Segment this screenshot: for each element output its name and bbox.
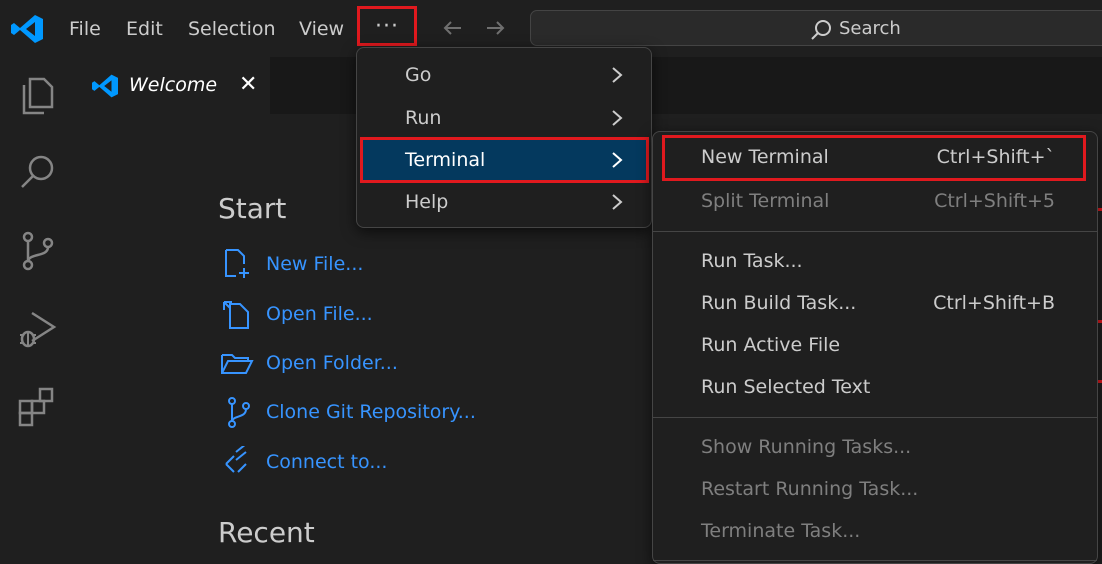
chevron-right-icon xyxy=(612,152,623,168)
menu-selection[interactable]: Selection xyxy=(188,17,276,41)
link-label: Connect to... xyxy=(266,451,388,473)
menu-item-run-build-task[interactable]: Run Build Task... Ctrl+Shift+B xyxy=(665,284,1083,324)
menu-separator xyxy=(653,417,1097,418)
menu-item-label: Split Terminal xyxy=(701,190,830,212)
menu-item-run-task[interactable]: Run Task... xyxy=(665,242,1083,282)
source-control-icon xyxy=(228,397,250,428)
chevron-right-icon xyxy=(612,67,623,83)
menu-item-label: Run xyxy=(405,107,442,129)
link-label: Clone Git Repository... xyxy=(266,401,476,423)
source-control-icon[interactable] xyxy=(16,229,60,273)
menu-file[interactable]: File xyxy=(69,17,101,41)
chevron-right-icon xyxy=(612,110,623,126)
menu-item-label: Run Selected Text xyxy=(701,376,871,398)
vscode-logo-icon xyxy=(11,15,43,43)
open-folder-link[interactable]: Open Folder... xyxy=(220,347,398,379)
search-icon[interactable] xyxy=(16,150,60,194)
menu-view[interactable]: View xyxy=(299,17,344,41)
menu-separator xyxy=(653,560,1097,561)
menu-item-label: Terminal xyxy=(405,149,486,171)
open-file-icon xyxy=(223,301,249,329)
search-label: Search xyxy=(839,18,901,39)
extensions-icon[interactable] xyxy=(16,385,60,429)
command-center-search[interactable]: Search xyxy=(530,10,1102,46)
link-label: Open File... xyxy=(266,303,373,325)
connect-to-link[interactable]: Connect to... xyxy=(220,446,387,478)
menu-item-split-terminal: Split Terminal Ctrl+Shift+5 xyxy=(665,182,1083,222)
menu-item-terminal[interactable]: Terminal xyxy=(360,137,649,183)
more-menu: Go Run Terminal Help xyxy=(356,47,652,228)
run-debug-icon[interactable] xyxy=(16,307,60,351)
menu-item-run-selected-text[interactable]: Run Selected Text xyxy=(665,368,1083,408)
menu-edit[interactable]: Edit xyxy=(126,17,163,41)
menu-item-label: Help xyxy=(405,191,449,213)
tab-welcome[interactable]: Welcome ✕ xyxy=(77,57,270,114)
terminal-submenu: New Terminal Ctrl+Shift+` Split Terminal… xyxy=(652,131,1098,564)
files-icon[interactable] xyxy=(16,73,60,117)
menu-item-label: Run Active File xyxy=(701,334,841,356)
shortcut-label: Ctrl+Shift+B xyxy=(933,292,1055,314)
open-file-link[interactable]: Open File... xyxy=(220,298,373,330)
chevron-right-icon xyxy=(612,194,623,210)
clone-git-repository-link[interactable]: Clone Git Repository... xyxy=(220,396,476,428)
start-heading: Start xyxy=(218,192,287,225)
menu-item-label: Go xyxy=(405,64,432,86)
tab-label: Welcome xyxy=(129,74,218,96)
forward-arrow-icon[interactable] xyxy=(481,14,509,42)
menu-item-label: Run Task... xyxy=(701,250,803,272)
shortcut-label: Ctrl+Shift+` xyxy=(936,146,1055,168)
menu-item-new-terminal[interactable]: New Terminal Ctrl+Shift+` xyxy=(662,135,1086,181)
vscode-logo-icon xyxy=(92,74,118,98)
menu-item-go[interactable]: Go xyxy=(363,55,646,95)
menu-item-show-running-tasks: Show Running Tasks... xyxy=(665,428,1083,468)
back-arrow-icon[interactable] xyxy=(439,14,467,42)
menu-item-label: Restart Running Task... xyxy=(701,478,919,500)
menu-item-run[interactable]: Run xyxy=(363,98,646,138)
link-label: Open Folder... xyxy=(266,352,398,374)
more-menus-button[interactable]: ··· xyxy=(357,6,417,46)
menu-item-label: New Terminal xyxy=(701,146,829,168)
activity-bar xyxy=(0,57,77,564)
link-label: New File... xyxy=(266,253,364,275)
menu-item-label: Terminate Task... xyxy=(701,520,861,542)
menu-item-terminate-task: Terminate Task... xyxy=(665,512,1083,552)
menu-item-label: Show Running Tasks... xyxy=(701,436,912,458)
menu-separator xyxy=(653,231,1097,232)
new-file-link[interactable]: New File... xyxy=(220,248,363,280)
open-folder-icon xyxy=(221,354,254,374)
menu-item-run-active-file[interactable]: Run Active File xyxy=(665,326,1083,366)
menu-item-label: Run Build Task... xyxy=(701,292,857,314)
search-icon xyxy=(811,20,831,40)
menu-item-help[interactable]: Help xyxy=(363,182,646,222)
close-icon[interactable]: ✕ xyxy=(239,72,257,97)
remote-connect-icon xyxy=(225,446,247,473)
recent-heading: Recent xyxy=(218,516,315,549)
menu-item-restart-running-task: Restart Running Task... xyxy=(665,470,1083,510)
new-file-icon xyxy=(225,249,249,278)
shortcut-label: Ctrl+Shift+5 xyxy=(934,190,1055,212)
